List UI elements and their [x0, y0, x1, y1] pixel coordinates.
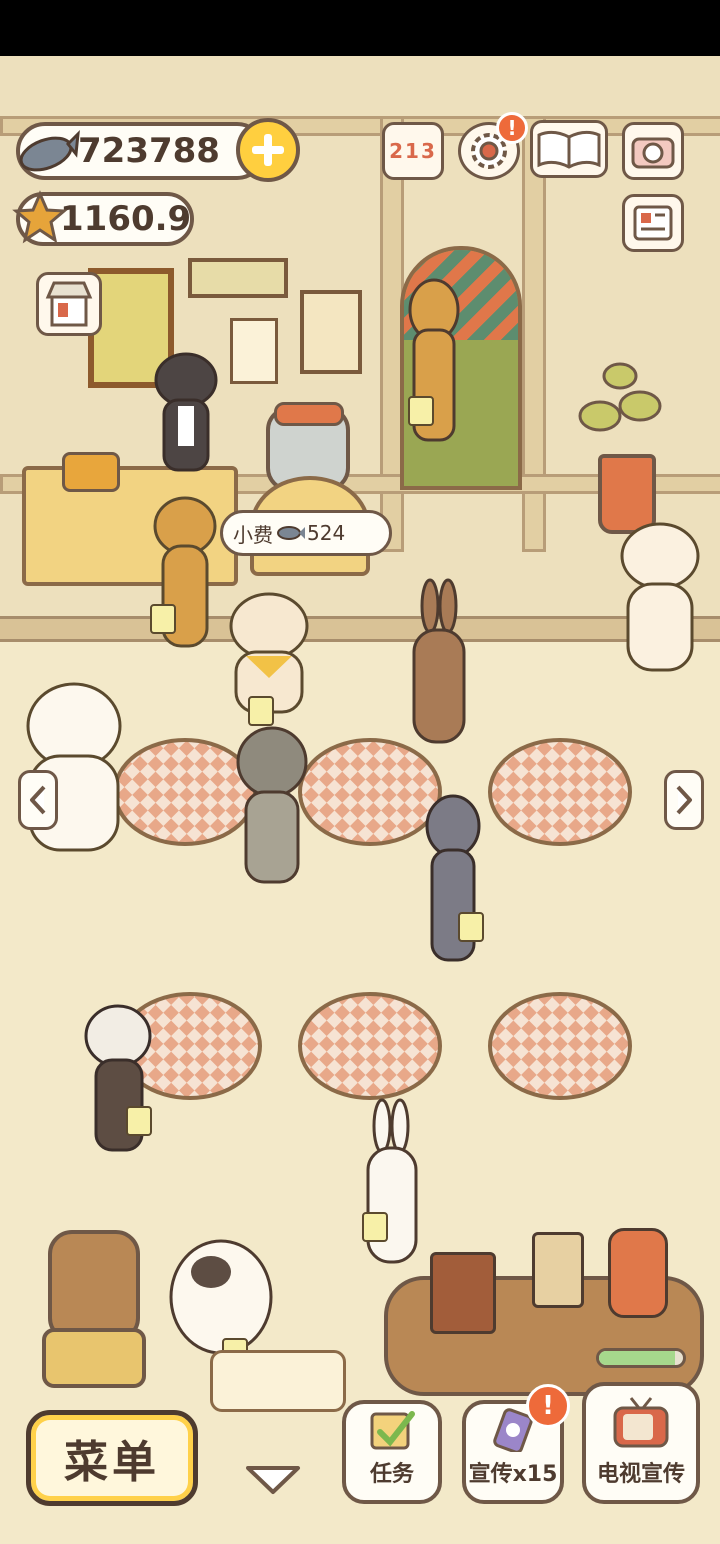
tv-ad-tag	[150, 604, 176, 634]
wine-barrel	[48, 1230, 140, 1342]
tip-amount: 524	[307, 521, 346, 545]
tv-icon	[613, 1397, 669, 1448]
cafe-scene	[0, 56, 720, 1544]
tv-promo-button[interactable]: 电视宣传	[582, 1382, 700, 1504]
collapse-button[interactable]	[244, 1462, 302, 1498]
fish-currency-display: 723788	[16, 122, 266, 180]
scroll-right-button[interactable]	[664, 770, 704, 830]
recipe-book-button[interactable]	[530, 120, 608, 178]
chevron-left-icon	[30, 785, 46, 815]
plus-icon	[252, 134, 284, 166]
chevron-right-icon	[676, 785, 692, 815]
fish-icon	[16, 124, 80, 180]
tv-ad-tag	[362, 1212, 388, 1242]
brew-progress-bar	[596, 1348, 686, 1368]
checklist-icon	[370, 1411, 415, 1450]
coffee-bag	[532, 1232, 584, 1308]
menu-label: 菜单	[64, 1437, 160, 1488]
shop-icon	[45, 281, 93, 327]
black-cat-waiter[interactable]	[150, 346, 222, 476]
shop-button[interactable]	[36, 272, 102, 336]
star-icon	[12, 190, 68, 246]
book-icon	[537, 130, 601, 169]
ranking-button[interactable]: 213	[382, 122, 444, 180]
newspaper-button[interactable]	[622, 194, 684, 252]
add-currency-button[interactable]	[236, 118, 300, 182]
tv-promo-label: 电视宣传	[596, 1462, 685, 1487]
french-bulldog-customer[interactable]	[232, 716, 312, 886]
tv-ad-tag	[408, 396, 434, 426]
coffee-grinder	[430, 1252, 496, 1334]
fish-icon	[277, 526, 305, 540]
promo-alert-badge: !	[526, 1384, 570, 1428]
promo-label: 宣传x15	[468, 1462, 558, 1487]
tv-ad-tag	[248, 696, 274, 726]
chevron-down-icon	[246, 1466, 300, 1494]
star-currency-display: 1160.9	[12, 190, 194, 246]
camera-icon	[631, 137, 675, 169]
tip-bubble[interactable]: 小费 524	[220, 510, 392, 556]
sheep-customer[interactable]	[166, 1232, 276, 1362]
brown-rabbit-customer[interactable]	[404, 576, 474, 746]
menu-button[interactable]: 菜单	[26, 1410, 198, 1506]
white-cat-customer[interactable]	[610, 516, 710, 676]
tv-ad-tag	[458, 912, 484, 942]
tasks-button[interactable]: 任务	[342, 1400, 442, 1504]
settings-alert-badge: !	[496, 112, 528, 144]
tip-label: 小费	[233, 522, 273, 547]
fish-amount: 723788	[78, 131, 220, 171]
barrel-stand	[42, 1328, 146, 1388]
french-press	[608, 1228, 668, 1318]
tv-ad-tag	[126, 1106, 152, 1136]
podium-icon: 213	[389, 139, 437, 163]
tasks-label: 任务	[369, 1462, 414, 1487]
scroll-left-button[interactable]	[18, 770, 58, 830]
newspaper-icon	[633, 205, 673, 241]
star-amount: 1160.9	[60, 199, 192, 239]
cat-rug	[210, 1350, 346, 1412]
camera-button[interactable]	[622, 122, 684, 180]
